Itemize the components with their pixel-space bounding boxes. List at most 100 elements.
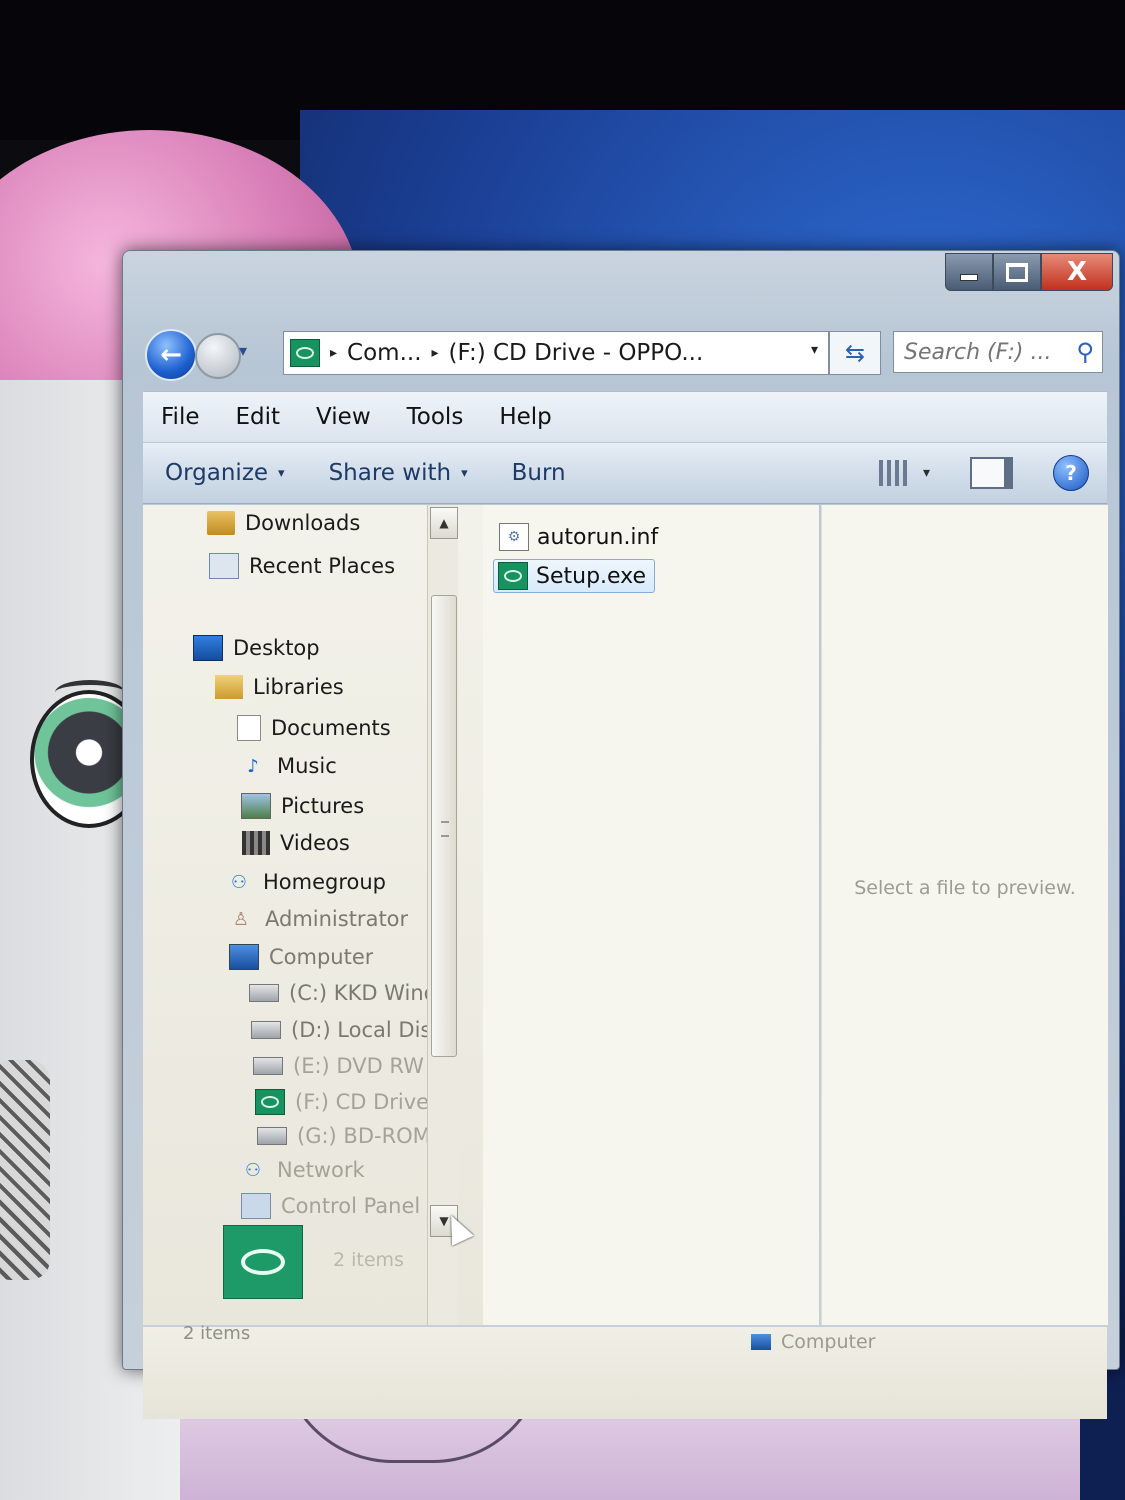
details-item-count: 2 items	[333, 1249, 404, 1271]
nav-item-label: (F:) CD Drive - (	[295, 1090, 435, 1114]
organize-label: Organize	[165, 460, 269, 486]
refresh-icon: ⇆	[844, 339, 866, 367]
burn-label: Burn	[511, 460, 566, 486]
nav-item-label: Documents	[271, 716, 391, 740]
nav-item-drive-d[interactable]: (D:) Local Disk	[251, 1018, 431, 1042]
refresh-button[interactable]: ⇆	[829, 331, 881, 375]
search-box[interactable]: ⚲	[893, 331, 1103, 373]
nav-item-label: Control Panel	[281, 1194, 421, 1218]
disc-icon	[504, 570, 522, 582]
control-panel-icon	[241, 1193, 271, 1219]
cd-drive-icon	[255, 1089, 285, 1115]
nav-item-label: (D:) Local Disk	[291, 1018, 431, 1042]
file-name: autorun.inf	[537, 524, 659, 550]
nav-item-network[interactable]: ⚇ Network	[239, 1158, 365, 1182]
menu-edit[interactable]: Edit	[218, 404, 299, 430]
file-item-setup[interactable]: Setup.exe	[493, 559, 656, 593]
disc-icon	[241, 1249, 285, 1275]
help-icon[interactable]: ?	[1053, 455, 1089, 491]
breadcrumb-separator-icon[interactable]: ▸	[330, 345, 337, 361]
file-item-autorun[interactable]: ⚙ autorun.inf	[495, 521, 666, 553]
share-with-button[interactable]: Share with ▾	[307, 460, 490, 486]
breadcrumb-separator-icon[interactable]: ▸	[432, 345, 439, 361]
nav-item-drive-c[interactable]: (C:) KKD Windc	[249, 981, 429, 1005]
libraries-icon	[215, 675, 243, 699]
toolbar-right-group: ▾ ?	[878, 455, 1107, 491]
close-button[interactable]: X	[1041, 253, 1113, 291]
nav-item-drive-g[interactable]: (G:) BD-ROM D	[257, 1124, 437, 1148]
share-with-label: Share with	[328, 460, 452, 486]
disc-icon	[261, 1096, 279, 1108]
maximize-icon	[1006, 262, 1028, 282]
downloads-icon	[207, 511, 235, 535]
preview-message: Select a file to preview.	[854, 877, 1076, 899]
recent-places-icon	[209, 553, 239, 579]
organize-button[interactable]: Organize ▾	[143, 460, 307, 486]
breadcrumb-computer[interactable]: Com...	[347, 340, 421, 366]
dvd-drive-icon	[253, 1057, 283, 1075]
nav-item-recent-places[interactable]: Recent Places	[209, 553, 395, 579]
inf-file-icon: ⚙	[499, 523, 529, 551]
menu-file[interactable]: File	[143, 404, 218, 430]
nav-item-documents[interactable]: Documents	[237, 715, 391, 741]
scroll-thumb[interactable]	[431, 595, 457, 1057]
grip-icon	[441, 821, 449, 837]
music-icon: ♪	[247, 755, 259, 777]
nav-item-drive-e[interactable]: (E:) DVD RW Dr	[253, 1054, 433, 1078]
view-options-dropdown-icon[interactable]: ▾	[923, 465, 930, 481]
nav-item-libraries[interactable]: Libraries	[215, 675, 344, 699]
videos-icon	[242, 831, 270, 855]
nav-item-computer[interactable]: Computer	[229, 944, 373, 970]
nav-item-label: Videos	[280, 831, 350, 855]
bd-drive-icon	[257, 1127, 287, 1145]
nav-item-label: Network	[277, 1158, 365, 1182]
network-icon: ⚇	[244, 1159, 262, 1181]
caption-buttons: X	[945, 253, 1113, 291]
burn-button[interactable]: Burn	[490, 460, 588, 486]
minimize-button[interactable]	[945, 253, 993, 291]
nav-item-drive-f[interactable]: (F:) CD Drive - (	[255, 1089, 435, 1115]
change-view-icon[interactable]	[878, 460, 909, 486]
menu-tools[interactable]: Tools	[389, 404, 482, 430]
recent-pages-button[interactable]: ▾	[239, 341, 247, 360]
menu-view[interactable]: View	[298, 404, 389, 430]
nav-item-label: Pictures	[281, 794, 365, 818]
maximize-button[interactable]	[993, 253, 1041, 291]
nav-item-administrator[interactable]: ♙ Administrator	[227, 907, 408, 931]
nav-item-homegroup[interactable]: ⚇ Homegroup	[225, 870, 386, 894]
chevron-down-icon: ▾	[461, 465, 468, 481]
close-icon: X	[1066, 257, 1088, 287]
nav-item-label: (E:) DVD RW Dr	[293, 1054, 433, 1078]
nav-item-downloads[interactable]: Downloads	[207, 511, 360, 535]
computer-icon	[751, 1334, 771, 1350]
nav-item-desktop[interactable]: Desktop	[193, 635, 320, 661]
nav-item-label: Music	[277, 754, 337, 778]
address-dropdown-icon[interactable]: ▾	[811, 342, 818, 358]
command-bar: Organize ▾ Share with ▾ Burn ▾ ?	[143, 443, 1107, 504]
navigation-scrollbar[interactable]: ▲ ▼	[427, 505, 458, 1325]
menu-help[interactable]: Help	[481, 404, 569, 430]
explorer-window: X ← ▾ ▸ Com... ▸ (F:) CD Drive - OPPO...…	[122, 250, 1120, 1419]
file-name: Setup.exe	[536, 563, 647, 589]
back-button[interactable]: ←	[145, 329, 197, 381]
nav-item-label: Administrator	[265, 907, 409, 931]
nav-item-control-panel[interactable]: Control Panel	[241, 1193, 420, 1219]
nav-item-videos[interactable]: Videos	[242, 831, 350, 855]
documents-icon	[237, 715, 261, 741]
breadcrumb-cd-drive[interactable]: (F:) CD Drive - OPPO...	[449, 340, 704, 366]
search-icon[interactable]: ⚲	[1076, 338, 1094, 366]
nav-item-label: (G:) BD-ROM D	[297, 1124, 437, 1148]
nav-item-pictures[interactable]: Pictures	[241, 793, 364, 819]
status-location-label: Computer	[781, 1331, 876, 1353]
drive-icon	[249, 984, 279, 1002]
navigation-row: ← ▾ ▸ Com... ▸ (F:) CD Drive - OPPO... ▾…	[145, 327, 1109, 381]
forward-button[interactable]	[195, 333, 241, 379]
preview-pane-toggle-icon[interactable]	[970, 457, 1013, 489]
search-input[interactable]	[902, 338, 1056, 366]
nav-item-label: Downloads	[245, 511, 361, 535]
address-bar[interactable]: ▸ Com... ▸ (F:) CD Drive - OPPO... ▾	[283, 331, 829, 375]
nav-item-label: Recent Places	[249, 554, 396, 578]
desktop-icon	[193, 635, 223, 661]
nav-item-music[interactable]: ♪ Music	[239, 754, 337, 778]
scroll-up-button[interactable]: ▲	[430, 507, 458, 539]
